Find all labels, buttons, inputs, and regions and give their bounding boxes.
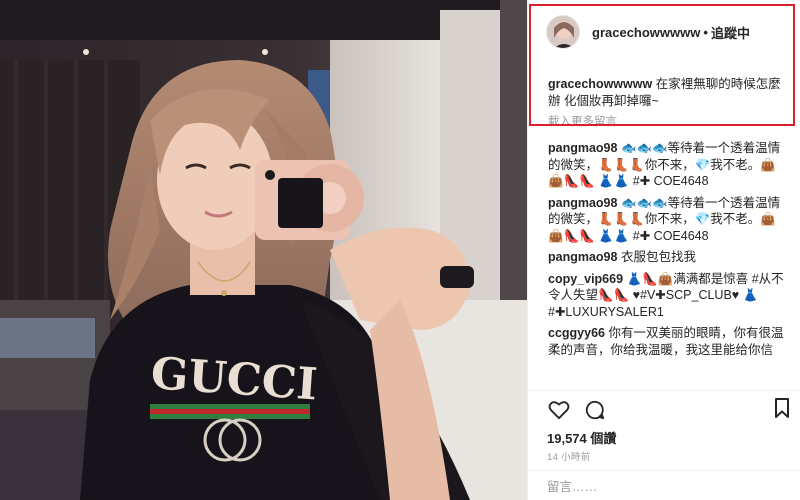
selfie-photo-illustration: GUCCI	[0, 0, 527, 500]
speech-bubble-icon[interactable]	[583, 398, 607, 422]
comment-input-divider	[527, 470, 800, 471]
action-bar	[547, 398, 619, 422]
heart-outline-icon[interactable]	[547, 398, 571, 422]
highlight-box	[529, 4, 795, 126]
likes-count[interactable]: 19,574 個讚	[547, 428, 616, 447]
comment-input[interactable]	[547, 478, 787, 496]
post-photo[interactable]: GUCCI	[0, 0, 527, 500]
bookmark-icon[interactable]	[774, 398, 794, 422]
post-timestamp: 14 小時前	[547, 452, 591, 463]
